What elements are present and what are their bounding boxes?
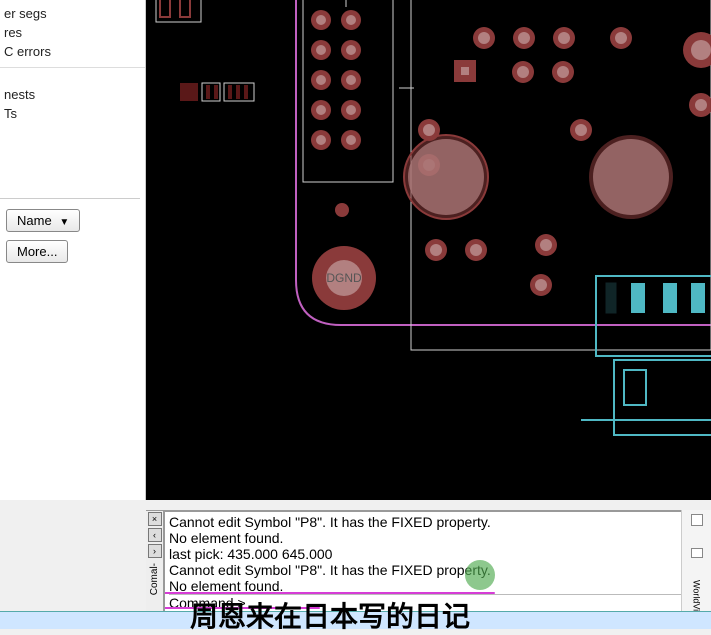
console-line: Cannot edit Symbol "P8". It has the FIXE… (169, 514, 706, 530)
console-tab-label[interactable]: Comal- (149, 563, 160, 595)
tree-item[interactable]: Ts (0, 104, 145, 123)
tree-item[interactable]: er segs (0, 4, 145, 23)
divider (0, 67, 145, 79)
scroll-right-icon[interactable]: › (148, 544, 162, 558)
worldview-strip: WorldVie (681, 510, 711, 620)
console-gutter: × ‹ › Comal- (146, 511, 164, 620)
sidebar-button-row: Name ▼ More... (0, 198, 140, 273)
more-button-label: More... (17, 244, 57, 259)
pcb-canvas[interactable]: DGND (146, 0, 711, 500)
name-dropdown[interactable]: Name ▼ (6, 209, 80, 232)
scroll-thumb[interactable] (691, 548, 703, 558)
scroll-left-icon[interactable]: ‹ (148, 528, 162, 542)
cursor-highlight-icon (465, 560, 495, 590)
tree-item[interactable]: C errors (0, 42, 145, 61)
chevron-down-icon: ▼ (59, 217, 69, 228)
more-button[interactable]: More... (6, 240, 68, 263)
dgnd-label: DGND (326, 271, 362, 285)
close-icon[interactable]: × (148, 512, 162, 526)
annotation-underline (164, 592, 495, 594)
console-line: Cannot edit Symbol "P8". It has the FIXE… (169, 562, 706, 578)
name-dropdown-label: Name (17, 213, 52, 228)
console-line: last pick: 435.000 645.000 (169, 546, 706, 562)
sidebar-tree: er segs res C errors nests Ts Name ▼ Mor… (0, 0, 146, 500)
pcb-svg: DGND (146, 0, 711, 500)
overlay-text: 周恩来在日本写的日记 (190, 595, 470, 635)
worldview-thumb[interactable] (691, 514, 703, 526)
tree-item[interactable]: res (0, 23, 145, 42)
tree-item[interactable]: nests (0, 85, 145, 104)
console-line: No element found. (169, 530, 706, 546)
